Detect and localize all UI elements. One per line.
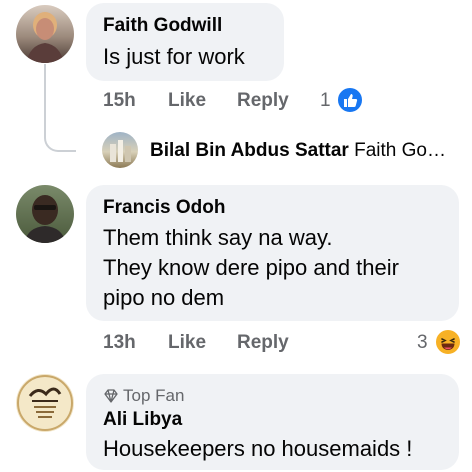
avatar-bilal[interactable] — [102, 132, 138, 168]
comment-author[interactable]: Ali Libya — [103, 409, 182, 431]
comment-bubble: Francis Odoh Them think say na way. They… — [86, 185, 459, 321]
badge-label: Top Fan — [123, 386, 185, 405]
comment-timestamp[interactable]: 15h — [103, 90, 136, 112]
avatar-ali-libya[interactable] — [16, 374, 74, 432]
top-fan-badge[interactable]: Top Fan — [103, 386, 184, 408]
like-button[interactable]: Like — [168, 90, 206, 112]
reaction-count[interactable]: 1 — [320, 90, 331, 112]
avatar-faith-godwill[interactable] — [16, 5, 74, 63]
reply-button[interactable]: Reply — [237, 332, 289, 354]
comment-text-line: They know dere pipo and their — [103, 255, 399, 280]
avatar-photo — [110, 140, 131, 162]
comment-author[interactable]: Faith Godwill — [103, 15, 222, 37]
haha-emoji-icon[interactable] — [434, 328, 462, 356]
comment-author[interactable]: Francis Odoh — [103, 197, 225, 219]
reply-preview[interactable]: Bilal Bin Abdus Sattar Faith Go… — [150, 140, 446, 162]
thread-connector — [44, 64, 76, 152]
comment-timestamp[interactable]: 13h — [103, 332, 136, 354]
comment-text: Housekeepers no housemaids ! — [103, 436, 413, 461]
reaction-count[interactable]: 3 — [417, 332, 428, 354]
comment-text-line: Them think say na way. — [103, 225, 333, 250]
like-icon[interactable] — [336, 86, 364, 114]
avatar-photo — [26, 12, 64, 63]
reply-snippet: Faith Go… — [354, 140, 446, 161]
avatar-logo — [17, 375, 73, 431]
avatar-francis-odoh[interactable] — [16, 185, 74, 243]
diamond-icon — [103, 388, 119, 408]
comment-text: Is just for work — [103, 44, 245, 69]
avatar-photo — [24, 195, 66, 243]
reply-author[interactable]: Bilal Bin Abdus Sattar — [150, 140, 349, 161]
reply-button[interactable]: Reply — [237, 90, 289, 112]
like-button[interactable]: Like — [168, 332, 206, 354]
comment-bubble: Faith Godwill Is just for work — [86, 3, 284, 81]
comment-text-line: pipo no dem — [103, 285, 225, 310]
comment-bubble: Top Fan Ali Libya Housekeepers no housem… — [86, 374, 459, 470]
